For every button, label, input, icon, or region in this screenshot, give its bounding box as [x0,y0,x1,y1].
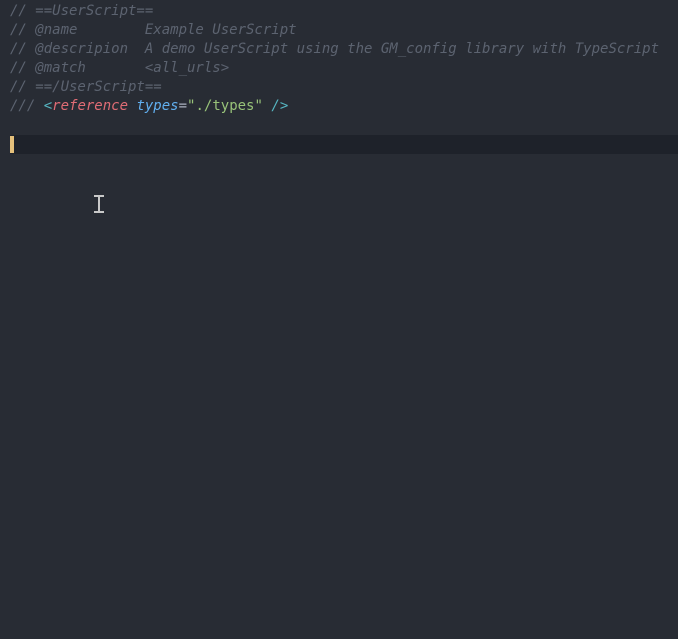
reference-keyword: reference [52,98,128,114]
types-attr: types [136,98,178,114]
comment-text: // ==UserScript== [10,3,153,19]
code-line: /// <reference types="./types" /> [0,97,678,116]
comment-text: // @match <all_urls> [10,60,229,76]
comment-text: // ==/UserScript== [10,79,162,95]
code-line: // ==UserScript== [0,2,678,21]
mouse-ibeam-cursor-icon [93,195,105,213]
code-line: // ==/UserScript== [0,78,678,97]
code-editor[interactable]: // ==UserScript== // @name Example UserS… [0,0,678,639]
comment-text: // @name Example UserScript [10,22,297,38]
equals-sign: = [179,98,187,114]
string-literal: ./types [195,98,254,114]
active-line-highlight [10,135,678,154]
code-line: // @descripion A demo UserScript using t… [0,40,678,59]
triple-slash: /// [10,98,44,114]
text-cursor [10,136,14,153]
angle-open: < [44,98,52,114]
code-line: // @match <all_urls> [0,59,678,78]
angle-close: > [280,98,288,114]
code-line: // @name Example UserScript [0,21,678,40]
quote: " [255,98,263,114]
slash-close: / [271,98,279,114]
comment-text: // @descripion A demo UserScript using t… [10,41,659,57]
